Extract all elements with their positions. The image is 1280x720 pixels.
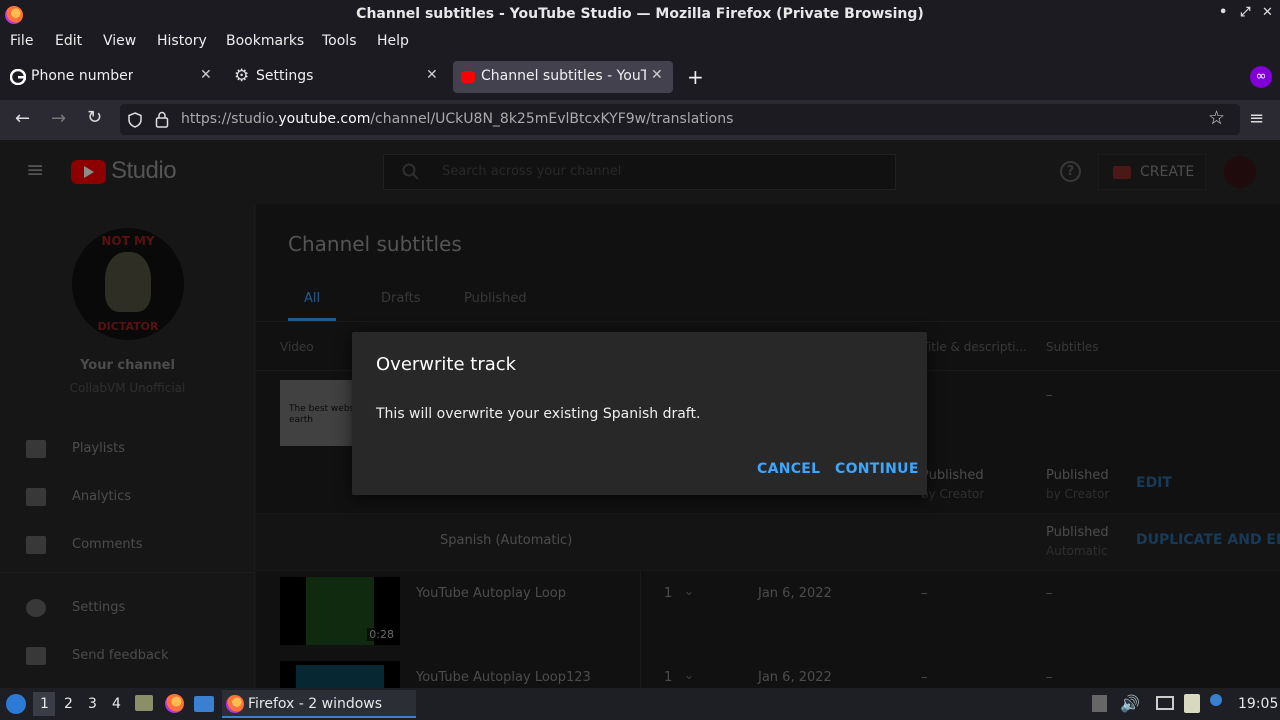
taskbar-firefox-window[interactable]: Firefox - 2 windows <box>222 690 416 718</box>
network-icon[interactable] <box>1156 696 1174 710</box>
menu-view[interactable]: View <box>103 33 136 49</box>
youtube-icon <box>461 71 475 83</box>
dialog-message: This will overwrite your existing Spanis… <box>376 406 701 422</box>
google-icon <box>10 69 26 85</box>
window-title: Channel subtitles - YouTube Studio — Moz… <box>356 6 924 22</box>
shield-icon[interactable] <box>127 112 143 128</box>
minimize-button[interactable]: • <box>1219 5 1227 20</box>
close-window-button[interactable]: ✕ <box>1262 5 1273 20</box>
tab-label: Phone number <box>31 68 134 84</box>
close-tab-icon[interactable]: ✕ <box>200 67 212 83</box>
firefox-launcher-icon[interactable] <box>165 694 184 713</box>
url-bar[interactable]: https://studio.youtube.com/channel/UCkU8… <box>120 104 1240 135</box>
workspace-2[interactable]: 2 <box>64 696 73 712</box>
terminal-icon[interactable] <box>194 696 214 712</box>
menu-history[interactable]: History <box>157 33 207 49</box>
app-menu-icon[interactable]: ≡ <box>1249 108 1264 129</box>
tray-up-icon[interactable] <box>1092 695 1107 712</box>
reload-icon[interactable]: ↻ <box>87 107 102 128</box>
continue-button[interactable]: CONTINUE <box>835 461 919 477</box>
tab-label: Channel subtitles - YouTu <box>481 68 646 84</box>
gear-icon: ⚙ <box>234 66 250 86</box>
url-text[interactable]: https://studio.youtube.com/channel/UCkU8… <box>181 111 733 127</box>
start-menu-icon[interactable] <box>6 694 26 714</box>
navigation-bar: ← → ↻ https://studio.youtube.com/channel… <box>0 100 1280 140</box>
lock-icon[interactable] <box>155 111 169 128</box>
maximize-button[interactable]: ⤢ <box>1240 5 1250 20</box>
close-tab-icon[interactable]: ✕ <box>426 67 438 83</box>
window-titlebar: Channel subtitles - YouTube Studio — Moz… <box>0 0 1280 30</box>
file-manager-icon[interactable] <box>135 695 153 711</box>
taskbar-window-label: Firefox - 2 windows <box>248 696 383 712</box>
taskbar: 1 2 3 4 Firefox - 2 windows 🔊 19:05 <box>0 688 1280 720</box>
notification-icon[interactable] <box>1210 694 1222 706</box>
tab-channel-subtitles[interactable]: Channel subtitles - YouTu ✕ <box>453 61 673 93</box>
forward-icon[interactable]: → <box>51 108 66 129</box>
menu-edit[interactable]: Edit <box>55 33 82 49</box>
menu-bookmarks[interactable]: Bookmarks <box>226 33 304 49</box>
clipboard-icon[interactable] <box>1184 694 1200 713</box>
close-tab-icon[interactable]: ✕ <box>651 67 663 83</box>
tab-settings[interactable]: ⚙ Settings ✕ <box>228 61 450 93</box>
tab-label: Settings <box>256 68 314 84</box>
workspace-1[interactable]: 1 <box>40 696 49 712</box>
private-browsing-icon: ∞ <box>1250 66 1272 88</box>
menu-file[interactable]: File <box>10 33 33 49</box>
overwrite-track-dialog: Overwrite track This will overwrite your… <box>352 332 927 495</box>
workspace-3[interactable]: 3 <box>88 696 97 712</box>
firefox-icon <box>226 695 244 713</box>
new-tab-button[interactable]: + <box>687 65 704 89</box>
menu-tools[interactable]: Tools <box>322 33 357 49</box>
tab-strip: Phone number ✕ ⚙ Settings ✕ Channel subt… <box>0 55 1280 100</box>
bookmark-star-icon[interactable]: ☆ <box>1208 107 1225 129</box>
clock: 19:05 <box>1238 696 1279 712</box>
tab-phone-number[interactable]: Phone number ✕ <box>3 61 223 93</box>
cancel-button[interactable]: CANCEL <box>757 461 820 477</box>
menu-bar: File Edit View History Bookmarks Tools H… <box>0 30 1280 55</box>
volume-icon[interactable]: 🔊 <box>1120 694 1140 713</box>
back-icon[interactable]: ← <box>15 108 30 129</box>
workspace-4[interactable]: 4 <box>112 696 121 712</box>
dialog-title: Overwrite track <box>376 354 517 375</box>
menu-help[interactable]: Help <box>377 33 409 49</box>
